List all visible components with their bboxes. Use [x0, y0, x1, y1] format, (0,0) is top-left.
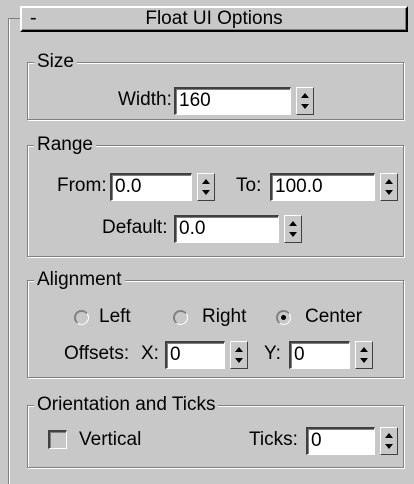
offsets-label: Offsets: — [64, 343, 130, 364]
from-spin-button[interactable] — [197, 173, 215, 201]
vertical-checkbox-label[interactable]: Vertical — [79, 427, 141, 453]
ticks-input[interactable]: 0 — [306, 427, 375, 455]
spin-up-icon[interactable] — [385, 433, 393, 438]
spin-down-icon[interactable] — [301, 104, 309, 109]
size-legend: Size — [34, 50, 77, 74]
spin-down-icon[interactable] — [202, 190, 210, 195]
default-label: Default: — [102, 217, 168, 238]
spin-up-icon[interactable] — [385, 179, 393, 184]
rollout-frame-top — [8, 18, 20, 19]
spin-up-icon[interactable] — [360, 347, 368, 352]
radio-center[interactable] — [276, 310, 291, 325]
range-legend: Range — [34, 133, 96, 157]
spin-down-icon[interactable] — [385, 190, 393, 195]
offset-y-input[interactable]: 0 — [289, 341, 350, 369]
rollout-frame-left-highlight — [9, 18, 10, 484]
width-spinner[interactable]: 160 — [174, 87, 314, 115]
offset-x-spin-button[interactable] — [230, 341, 248, 369]
spin-down-icon[interactable] — [360, 358, 368, 363]
offset-x-input[interactable]: 0 — [165, 341, 225, 369]
default-spinner[interactable]: 0.0 — [174, 215, 302, 243]
default-input[interactable]: 0.0 — [174, 215, 279, 243]
vertical-checkbox[interactable] — [48, 430, 67, 449]
from-input[interactable]: 0.0 — [110, 173, 192, 201]
spin-up-icon[interactable] — [289, 221, 297, 226]
radio-right-label[interactable]: Right — [202, 304, 246, 330]
width-input[interactable]: 160 — [174, 87, 291, 115]
alignment-legend: Alignment — [34, 268, 125, 292]
radio-right[interactable] — [173, 310, 188, 325]
from-spinner[interactable]: 0.0 — [110, 173, 215, 201]
to-spinner[interactable]: 100.0 — [270, 173, 398, 201]
to-input[interactable]: 100.0 — [270, 173, 375, 201]
to-label: To: — [236, 175, 262, 196]
ticks-spinner[interactable]: 0 — [306, 427, 398, 455]
orientation-legend: Orientation and Ticks — [34, 393, 219, 417]
offset-x-spinner[interactable]: 0 — [165, 341, 248, 369]
spin-up-icon[interactable] — [202, 179, 210, 184]
width-spin-button[interactable] — [296, 87, 314, 115]
offset-y-spin-button[interactable] — [355, 341, 373, 369]
ticks-label: Ticks: — [249, 429, 298, 450]
offset-y-spinner[interactable]: 0 — [289, 341, 373, 369]
offset-x-label: X: — [141, 343, 159, 364]
radio-left[interactable] — [74, 310, 89, 325]
default-spin-button[interactable] — [284, 215, 302, 243]
spin-down-icon[interactable] — [385, 444, 393, 449]
width-label: Width: — [118, 89, 172, 110]
spin-down-icon[interactable] — [289, 232, 297, 237]
ticks-spin-button[interactable] — [380, 427, 398, 455]
from-label: From: — [57, 175, 107, 196]
rollout-title-bar[interactable]: - Float UI Options — [20, 6, 408, 32]
offset-y-label: Y: — [264, 343, 281, 364]
spin-up-icon[interactable] — [235, 347, 243, 352]
radio-center-label[interactable]: Center — [305, 304, 362, 330]
radio-left-label[interactable]: Left — [99, 304, 131, 330]
spin-up-icon[interactable] — [301, 93, 309, 98]
rollout-title: Float UI Options — [145, 8, 283, 29]
to-spin-button[interactable] — [380, 173, 398, 201]
spin-down-icon[interactable] — [235, 358, 243, 363]
